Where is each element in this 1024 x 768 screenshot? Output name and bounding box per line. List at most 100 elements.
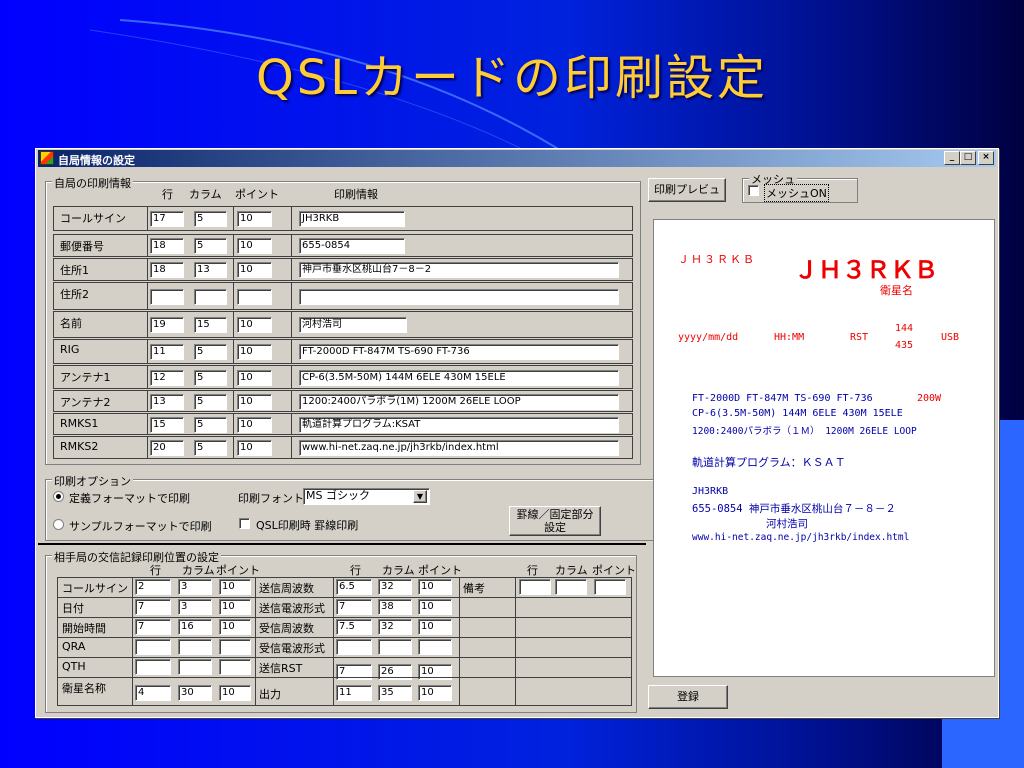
point-input[interactable] <box>237 288 272 305</box>
partner-row-input[interactable]: 7 <box>135 619 171 635</box>
print-info-input[interactable]: 河村浩司 <box>299 317 407 333</box>
register-button[interactable]: 登録 <box>648 685 728 709</box>
column-input[interactable]: 5 <box>194 211 227 227</box>
ruled-fixed-settings-button[interactable]: 罫線／固定部分 設定 <box>509 506 601 536</box>
column-input[interactable]: 13 <box>194 262 227 278</box>
column-input[interactable]: 5 <box>194 369 227 386</box>
app-icon <box>40 151 54 165</box>
partner-mid-point-input[interactable]: 10 <box>418 619 452 635</box>
partner-mid-point-input[interactable]: 10 <box>418 685 452 701</box>
partner-mid-label: 出力 <box>259 688 281 701</box>
radio-defined-format[interactable] <box>53 491 64 502</box>
row-input[interactable]: 18 <box>150 238 184 254</box>
maximize-button[interactable]: □ <box>960 151 976 165</box>
remarks-point-input[interactable] <box>594 579 626 595</box>
card-preview: ＪＨ３ＲＫＢ ＪＨ３ＲＫＢ 衛星名 yyyy/mm/dd HH:MM RST 1… <box>653 219 995 677</box>
row-input[interactable]: 20 <box>150 440 184 456</box>
minimize-button[interactable]: _ <box>944 151 960 165</box>
partner-mid-row-input[interactable]: 7 <box>336 599 372 615</box>
partner-mid-column-input[interactable]: 32 <box>378 579 412 595</box>
print-info-input[interactable]: www.hi-net.zaq.ne.jp/jh3rkb/index.html <box>299 440 619 456</box>
print-info-input[interactable]: JH3RKB <box>299 211 405 227</box>
partner-mid-column-input[interactable] <box>378 639 412 655</box>
mesh-checkbox[interactable] <box>748 185 759 196</box>
preview-power: 200W <box>917 393 942 404</box>
partner-row-input[interactable] <box>135 659 171 675</box>
close-button[interactable]: × <box>978 151 994 165</box>
column-input[interactable]: 5 <box>194 440 227 456</box>
partner-mid-row-input[interactable] <box>336 639 372 655</box>
slide-title: QSLカードの印刷設定 <box>256 50 768 106</box>
partner-mid-point-input[interactable]: 10 <box>418 599 452 615</box>
preview-sat-name: 衛星名 <box>880 284 913 297</box>
partner-point-input[interactable] <box>219 639 251 655</box>
point-input[interactable]: 10 <box>237 393 272 410</box>
point-input[interactable]: 10 <box>237 238 272 254</box>
partner-point-input[interactable]: 10 <box>219 579 251 595</box>
column-input[interactable]: 15 <box>194 317 227 333</box>
row-input[interactable]: 12 <box>150 369 184 386</box>
print-info-input[interactable]: 軌道計算プログラム:KSAT <box>299 416 619 433</box>
column-input[interactable] <box>194 288 227 305</box>
point-input[interactable]: 10 <box>237 262 272 278</box>
print-info-input[interactable]: 655-0854 <box>299 238 405 254</box>
partner-column-input[interactable]: 3 <box>178 579 212 595</box>
point-input[interactable]: 10 <box>237 416 272 433</box>
partner-mid-row-input[interactable]: 7.5 <box>336 619 372 635</box>
remarks-row-input[interactable] <box>519 579 551 595</box>
partner-column-input[interactable]: 30 <box>178 685 212 701</box>
window-titlebar[interactable]: 自局情報の設定 _ □ × <box>38 150 996 167</box>
row-input[interactable]: 19 <box>150 317 184 333</box>
partner-column-input[interactable]: 16 <box>178 619 212 635</box>
print-info-input[interactable] <box>299 288 619 305</box>
partner-mid-point-input[interactable] <box>418 639 452 655</box>
radio-sample-format-label: サンプルフォーマットで印刷 <box>69 520 212 533</box>
column-input[interactable]: 5 <box>194 238 227 254</box>
print-info-input[interactable]: 神戸市垂水区桃山台7－8－2 <box>299 262 619 278</box>
column-input[interactable]: 5 <box>194 416 227 433</box>
column-input[interactable]: 5 <box>194 393 227 410</box>
row-input[interactable]: 18 <box>150 262 184 278</box>
point-input[interactable]: 10 <box>237 317 272 333</box>
partner-column-input[interactable] <box>178 659 212 675</box>
partner-point-input[interactable]: 10 <box>219 619 251 635</box>
partner-mid-row-input[interactable]: 6.5 <box>336 579 372 595</box>
column-input[interactable]: 5 <box>194 344 227 360</box>
remarks-column-input[interactable] <box>555 579 587 595</box>
point-input[interactable]: 10 <box>237 211 272 227</box>
row-input[interactable]: 17 <box>150 211 184 227</box>
print-font-select[interactable]: MS ゴシック ▼ <box>303 488 430 505</box>
partner-point-input[interactable] <box>219 659 251 675</box>
partner-mid-column-input[interactable]: 35 <box>378 685 412 701</box>
point-input[interactable]: 10 <box>237 344 272 360</box>
partner-mid-column-input[interactable]: 38 <box>378 599 412 615</box>
print-preview-button[interactable]: 印刷プレビュ <box>648 178 726 202</box>
partner-remarks-input-cell <box>515 637 632 658</box>
row-input[interactable] <box>150 288 184 305</box>
partner-mid-column-input[interactable]: 32 <box>378 619 412 635</box>
partner-point-input[interactable]: 10 <box>219 599 251 615</box>
partner-row-input[interactable]: 7 <box>135 599 171 615</box>
row-input[interactable]: 13 <box>150 393 184 410</box>
row-input[interactable]: 11 <box>150 344 184 360</box>
print-info-input[interactable]: FT-2000D FT-847M TS-690 FT-736 <box>299 344 619 360</box>
print-info-input[interactable]: 1200:2400パラボラ(1M) 1200M 26ELE LOOP <box>299 393 619 410</box>
partner-point-input[interactable]: 10 <box>219 685 251 701</box>
radio-sample-format[interactable] <box>53 519 64 530</box>
partner-column-input[interactable]: 3 <box>178 599 212 615</box>
point-input[interactable]: 10 <box>237 369 272 386</box>
partner-column-input[interactable] <box>178 639 212 655</box>
ruled-line-label: QSL印刷時 罫線印刷 <box>256 519 359 532</box>
ruled-line-checkbox[interactable] <box>239 518 250 529</box>
partner-row-input[interactable]: 4 <box>135 685 171 701</box>
row-input[interactable]: 15 <box>150 416 184 433</box>
partner-header-row-2: 行 <box>350 564 361 577</box>
partner-mid-point-input[interactable]: 10 <box>418 579 452 595</box>
print-info-input[interactable]: CP-6(3.5M-50M) 144M 6ELE 430M 15ELE <box>299 369 619 386</box>
point-input[interactable]: 10 <box>237 440 272 456</box>
partner-header-point-3: ポイント <box>592 564 636 577</box>
partner-mid-row-input[interactable]: 11 <box>336 685 372 701</box>
chevron-down-icon[interactable]: ▼ <box>413 490 427 503</box>
partner-row-input[interactable]: 2 <box>135 579 171 595</box>
partner-row-input[interactable] <box>135 639 171 655</box>
